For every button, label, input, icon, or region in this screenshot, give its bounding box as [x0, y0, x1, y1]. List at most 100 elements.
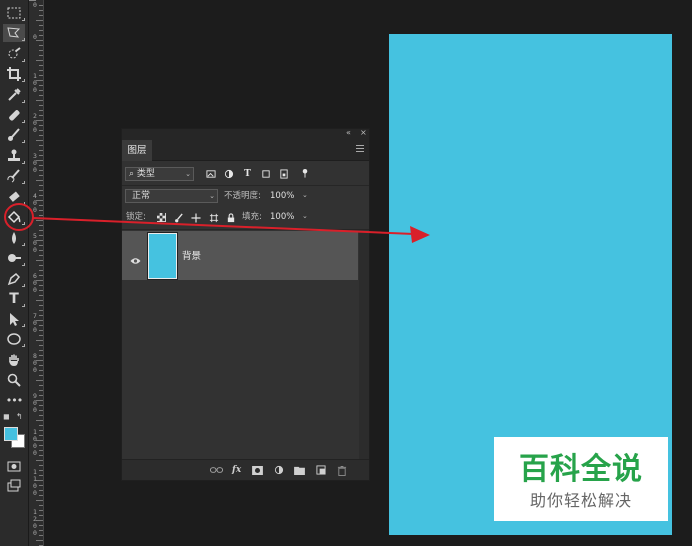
type-filter-icon[interactable]: T [242, 168, 253, 179]
tab-layers[interactable]: 图层 [122, 140, 152, 161]
dodge-icon[interactable] [3, 249, 25, 267]
ruler-tick [39, 175, 43, 176]
ruler-tick [39, 30, 43, 31]
ruler-tick [39, 390, 43, 391]
ruler-tick [36, 380, 43, 381]
ruler-tick [39, 465, 43, 466]
opacity-label: 不透明度: [224, 191, 261, 201]
more-tools-icon[interactable]: ••• [3, 391, 25, 409]
foreground-color-swatch[interactable] [4, 427, 18, 441]
ruler-tick [39, 85, 43, 86]
close-panel-icon[interactable]: × [360, 128, 367, 137]
fx-icon[interactable]: fx [232, 464, 241, 476]
layer-mask-icon[interactable] [252, 464, 263, 476]
ruler-tick [39, 75, 43, 76]
screen-mode-icon[interactable] [3, 477, 25, 495]
panel-menu-icon[interactable] [356, 145, 364, 155]
shape-filter-icon[interactable] [260, 168, 271, 179]
ruler-tick [39, 65, 43, 66]
layer-name[interactable]: 背景 [182, 248, 201, 262]
ruler-tick [39, 395, 43, 396]
brush-icon[interactable] [3, 126, 25, 144]
ruler-tick [39, 450, 43, 451]
ruler-tick [39, 35, 43, 36]
ruler-tick [39, 455, 43, 456]
smart-object-filter-icon[interactable] [278, 168, 289, 179]
lock-position-icon[interactable] [190, 212, 201, 223]
healing-brush-icon[interactable] [3, 106, 25, 124]
ruler-tick [39, 530, 43, 531]
ruler-tick [39, 125, 43, 126]
ruler-tick [39, 405, 43, 406]
type-icon[interactable]: T [3, 290, 25, 308]
filter-kind-label: 类型 [136, 169, 155, 179]
opacity-value[interactable]: 100% [270, 190, 294, 202]
search-icon: ⌕ [129, 169, 137, 179]
eyedropper-icon[interactable] [3, 86, 25, 104]
ruler-tick [36, 260, 43, 261]
panel-title-bar[interactable]: « × [122, 128, 369, 140]
ruler-tick [39, 330, 43, 331]
delete-layer-icon[interactable] [337, 464, 347, 476]
new-layer-icon[interactable] [316, 464, 326, 476]
ruler-tick [39, 190, 43, 191]
ruler-tick [39, 105, 43, 106]
crop-icon[interactable] [3, 65, 25, 83]
fill-value[interactable]: 100% [270, 211, 294, 223]
ellipse-icon[interactable] [3, 330, 25, 348]
ruler-tick [39, 535, 43, 536]
ruler-tick [39, 290, 43, 291]
fill-chevron-icon[interactable]: ⌄ [302, 210, 308, 222]
filter-toggle-icon[interactable] [299, 168, 310, 179]
ruler-tick [39, 70, 43, 71]
visibility-eye-icon[interactable] [130, 250, 141, 264]
hand-icon[interactable] [3, 351, 25, 369]
lock-transparent-pixels-icon[interactable] [156, 212, 167, 223]
zoom-icon[interactable] [3, 371, 25, 389]
opacity-chevron-icon[interactable]: ⌄ [302, 189, 308, 201]
ruler-tick [36, 540, 43, 541]
path-selection-icon[interactable] [3, 310, 25, 328]
image-filter-icon[interactable] [205, 168, 216, 179]
ruler-tick [36, 220, 43, 221]
lock-image-pixels-icon[interactable] [173, 212, 184, 223]
blend-mode-select[interactable]: 正常 ⌄ [125, 189, 218, 203]
paint-bucket-icon[interactable] [3, 208, 25, 226]
ruler-tick [36, 20, 43, 21]
swap-colors-icon[interactable]: ↰ [16, 412, 23, 421]
blur-icon[interactable] [3, 229, 25, 247]
marquee-icon[interactable] [3, 4, 25, 22]
blend-mode-value: 正常 [132, 191, 151, 201]
ruler-label: 0 [33, 33, 37, 41]
ruler-tick [39, 165, 43, 166]
polygonal-lasso-icon[interactable] [3, 24, 25, 42]
vertical-ruler[interactable]: 0 0 100 200 300 400 500 600 700 800 900 1000 1100 120… [29, 0, 44, 546]
pen-icon[interactable] [3, 270, 25, 288]
lock-artboard-icon[interactable] [208, 212, 219, 223]
ruler-tick [39, 110, 43, 111]
quick-selection-icon[interactable] [3, 45, 25, 63]
layer-row[interactable]: 背景 [122, 231, 358, 280]
layer-thumbnail[interactable] [147, 232, 178, 280]
link-layers-icon[interactable] [210, 464, 223, 476]
collapse-panel-icon[interactable]: « [346, 128, 351, 137]
panel-scrollbar[interactable] [359, 231, 369, 459]
quick-mask-icon[interactable] [3, 457, 25, 475]
new-group-icon[interactable] [294, 464, 305, 476]
clone-stamp-icon[interactable] [3, 147, 25, 165]
eraser-icon[interactable] [3, 188, 25, 206]
adjustment-layer-icon[interactable] [274, 464, 284, 476]
adjustment-filter-icon[interactable] [223, 168, 234, 179]
ruler-label: 1000 [33, 428, 37, 457]
history-brush-icon[interactable] [3, 167, 25, 185]
ruler-tick [39, 215, 43, 216]
chevron-down-icon: ⌄ [185, 170, 191, 178]
ruler-tick [39, 435, 43, 436]
default-colors-icon[interactable]: ◼ [3, 412, 10, 421]
ruler-tick [39, 55, 43, 56]
ruler-tick [39, 50, 43, 51]
ruler-tick [39, 275, 43, 276]
ruler-tick [39, 250, 43, 251]
filter-kind-select[interactable]: ⌕ 类型 ⌄ [125, 167, 194, 181]
lock-all-icon[interactable] [225, 212, 236, 223]
